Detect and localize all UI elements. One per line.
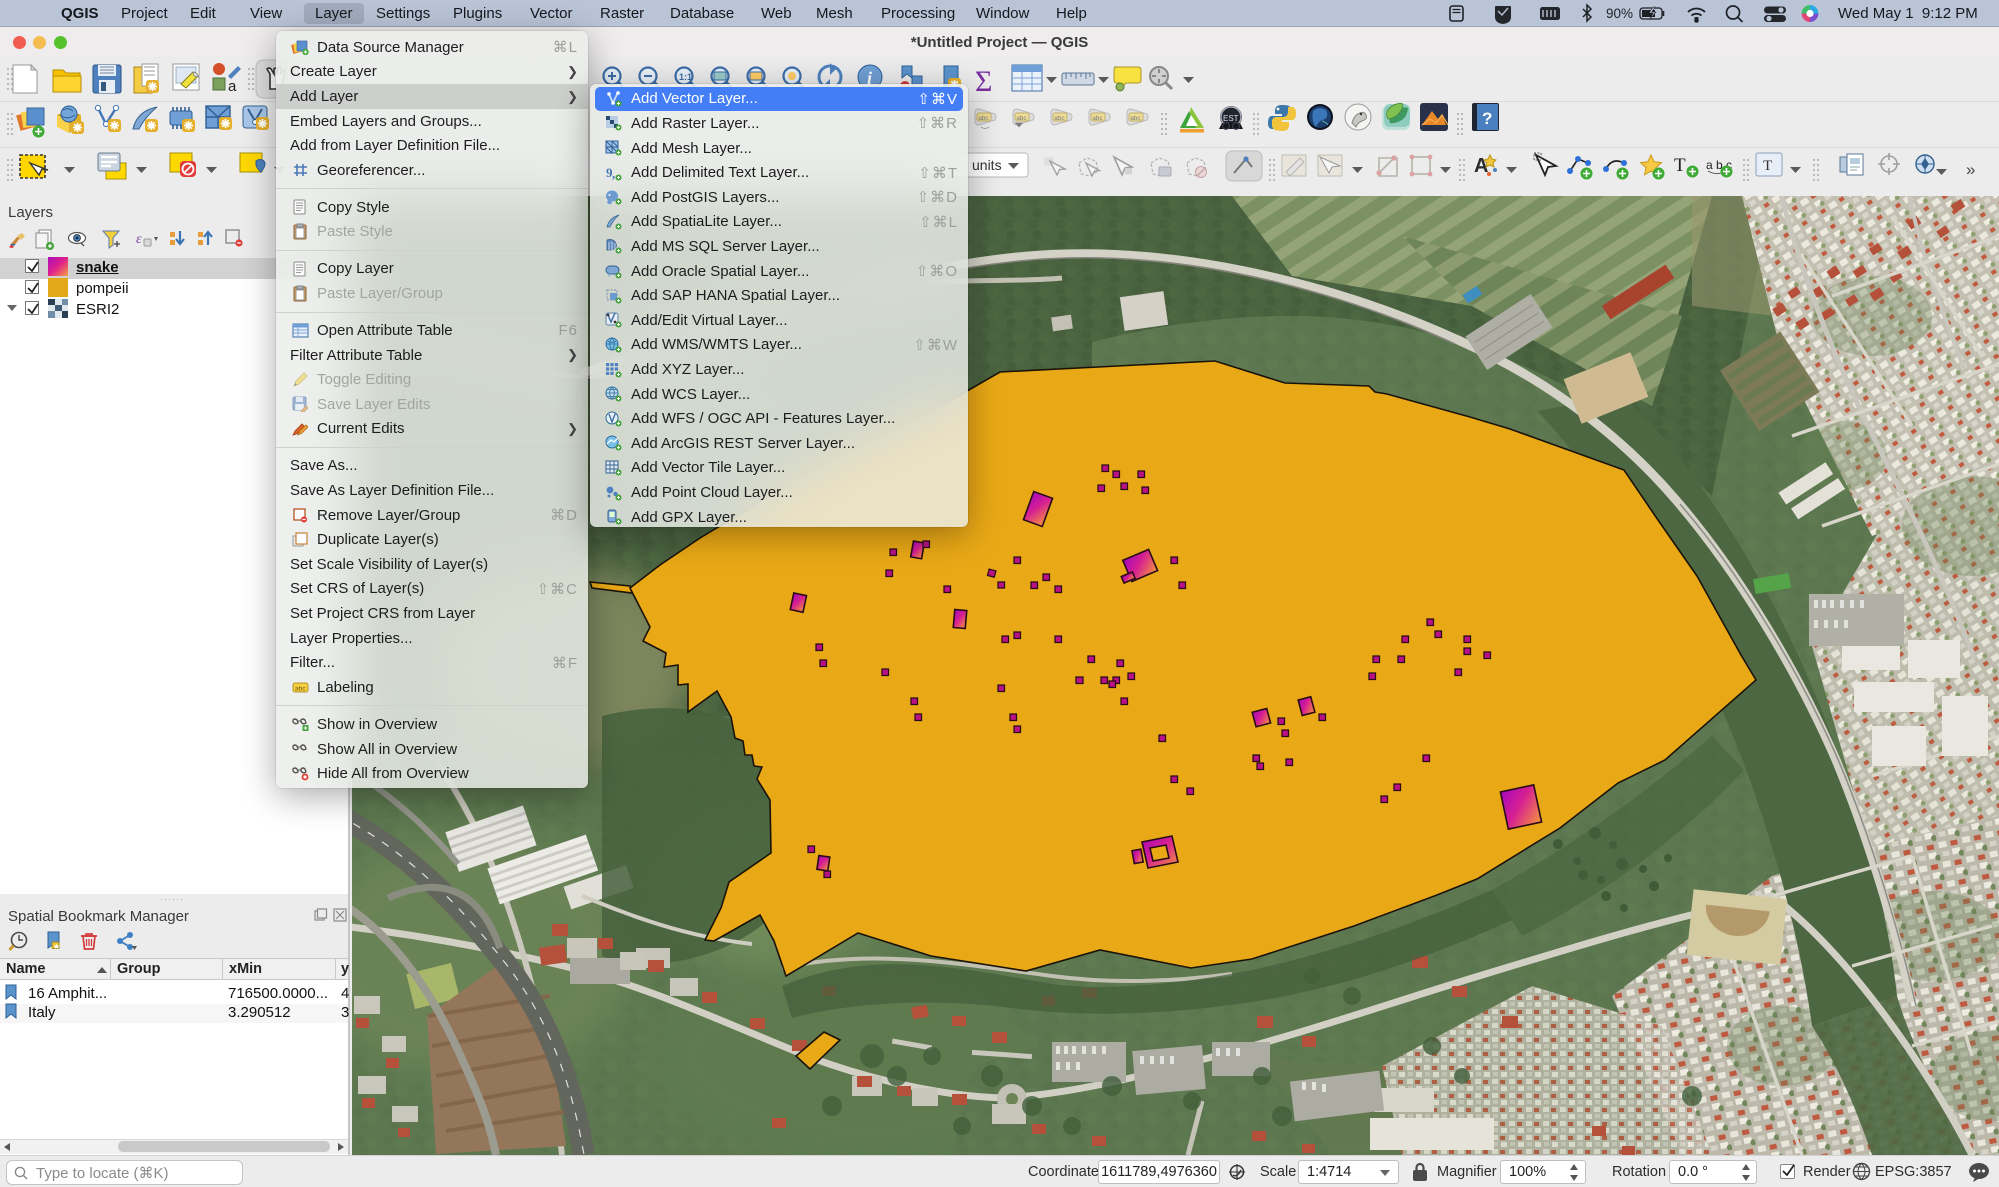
svg-text:,: , (612, 166, 615, 181)
svg-text:T: T (1674, 155, 1686, 176)
svg-text:»: » (1966, 160, 1975, 179)
svg-text:ε: ε (136, 232, 142, 247)
svg-text:Σ: Σ (975, 65, 992, 98)
svg-text:1:1: 1:1 (679, 72, 692, 82)
svg-text:90%: 90% (1606, 6, 1633, 21)
svg-text:T: T (1763, 158, 1772, 174)
svg-text:a: a (228, 78, 237, 95)
svg-text:units: units (972, 157, 1002, 173)
svg-text:EST: EST (1223, 114, 1239, 123)
svg-text:abc: abc (295, 685, 306, 692)
svg-text:?: ? (1482, 109, 1492, 128)
